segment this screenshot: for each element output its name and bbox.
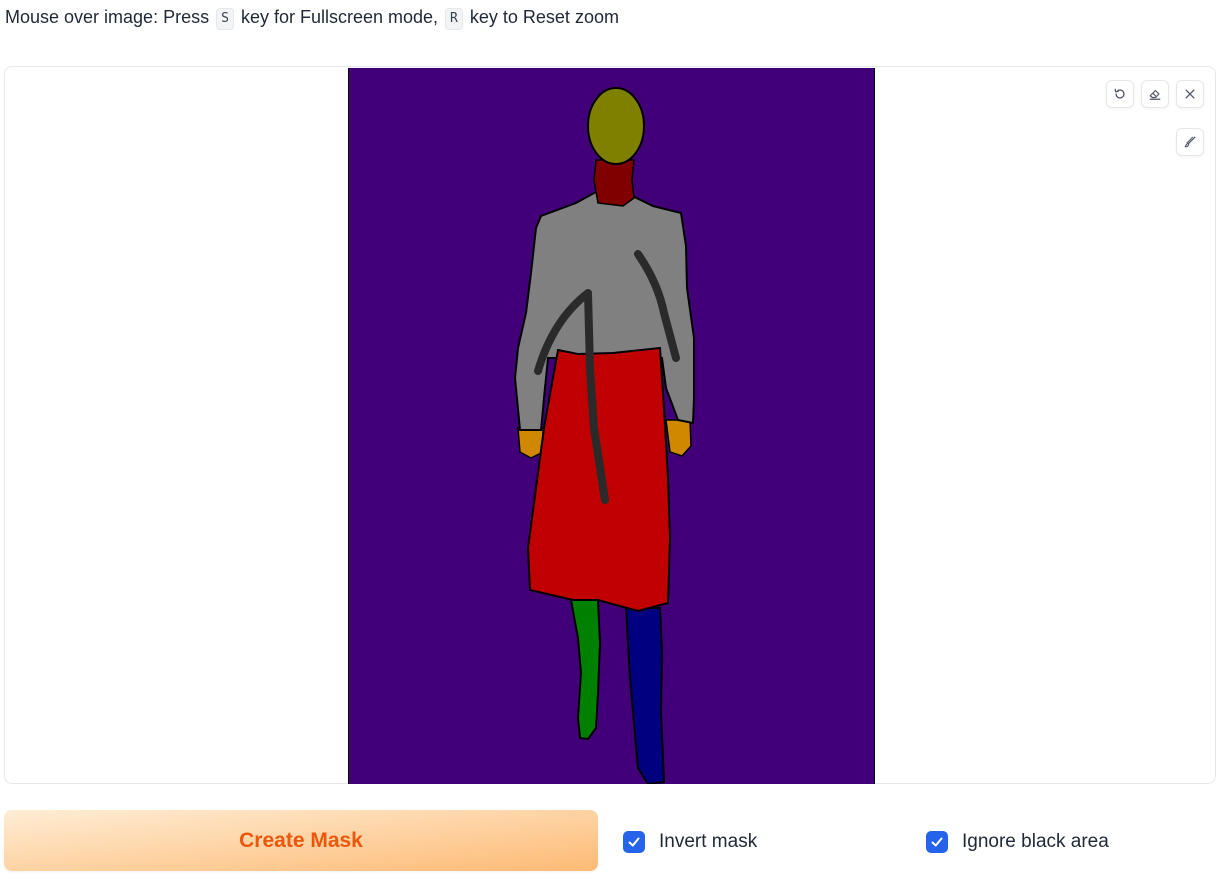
ignore-black-area-checkbox[interactable]: Ignore black area [926, 828, 1109, 856]
hint-middle: key for Fullscreen mode, [240, 7, 439, 27]
invert-mask-label: Invert mask [659, 831, 758, 852]
undo-icon [1114, 88, 1125, 99]
segment-head [587, 87, 645, 165]
create-mask-button[interactable]: Create Mask [4, 810, 598, 871]
invert-mask-checkbox-box[interactable] [623, 831, 645, 853]
undo-button[interactable] [1106, 80, 1134, 108]
zoom-hint: Mouse over image: Press S key for Fullsc… [5, 5, 619, 30]
ignore-black-area-label: Ignore black area [962, 831, 1109, 852]
invert-mask-checkbox[interactable]: Invert mask [623, 828, 757, 856]
clear-button[interactable] [1176, 80, 1204, 108]
segment-neck [593, 159, 635, 207]
mask-canvas[interactable] [348, 68, 875, 784]
hint-prefix: Mouse over image: Press [5, 7, 210, 27]
segment-left-hand [517, 427, 544, 459]
key-s-badge: S [216, 8, 234, 30]
checkmark-icon [628, 837, 640, 847]
close-icon [1185, 89, 1195, 99]
segment-right-hand [665, 419, 692, 457]
checkmark-icon [931, 837, 943, 847]
brush-button[interactable] [1176, 128, 1204, 156]
image-editor-panel [4, 66, 1216, 784]
ignore-black-area-checkbox-box[interactable] [926, 831, 948, 853]
segmentation-image[interactable] [348, 68, 875, 784]
hint-suffix: key to Reset zoom [469, 7, 619, 27]
eraser-button[interactable] [1141, 80, 1169, 108]
brush-icon [1184, 136, 1196, 148]
eraser-icon [1149, 89, 1161, 100]
key-r-badge: R [445, 8, 463, 30]
